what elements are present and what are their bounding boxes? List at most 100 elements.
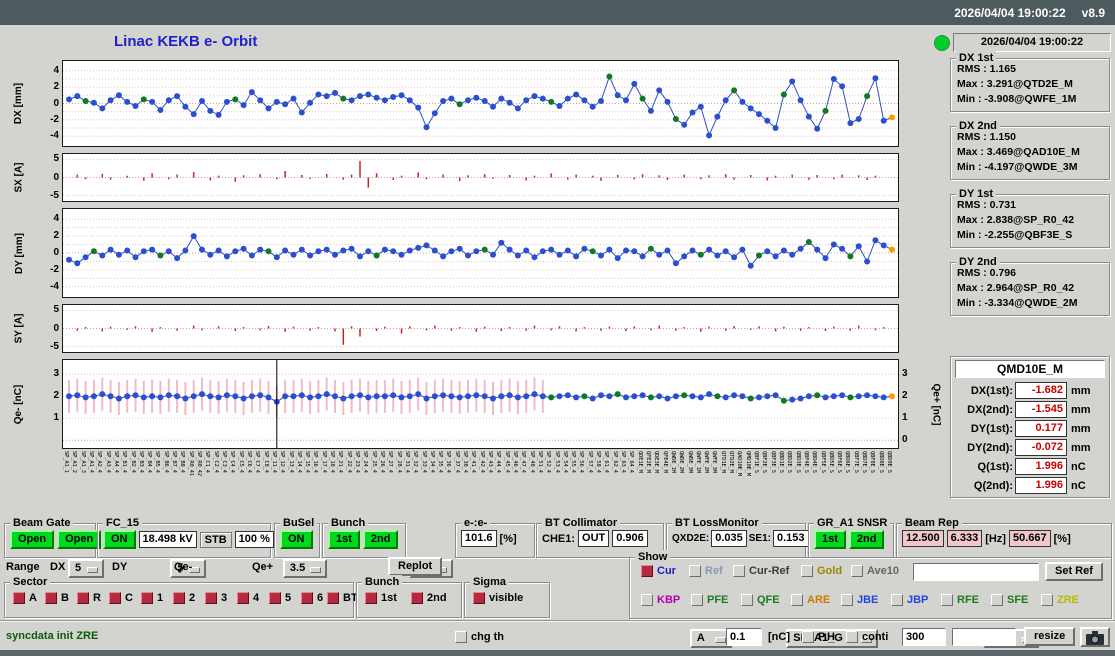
bunch-2nd-checkbox[interactable] <box>411 592 423 604</box>
resize-button[interactable]: resize <box>1024 627 1076 646</box>
show-pfe-checkbox[interactable] <box>691 594 703 606</box>
sector-c-checkbox[interactable] <box>109 592 121 604</box>
plot-qe[interactable]: Qe- [nC] Qe+ [nC] 3 2 1 3 2 1 0 <box>14 359 942 449</box>
monitor-unit: nC <box>1071 460 1086 473</box>
sector-6-checkbox[interactable] <box>301 592 313 604</box>
x-axis-tick-label: QBD9E_S <box>886 451 892 473</box>
plot-dy[interactable]: DY [mm] 4 2 0 -2 -4 <box>14 208 899 298</box>
busel-on-button[interactable]: ON <box>280 530 313 549</box>
show-gold-checkbox[interactable] <box>801 565 813 577</box>
ph-label: P.H <box>818 631 835 643</box>
x-axis-tick-label: SP_B6_4 <box>162 451 169 473</box>
show-ave10-checkbox[interactable] <box>851 565 863 577</box>
beam-gate-open-button-1[interactable]: Open <box>10 530 55 549</box>
x-axis-tick-label: QTD2E_M <box>728 451 735 473</box>
show-cur-ref-checkbox[interactable] <box>733 565 745 577</box>
show-rfe-checkbox[interactable] <box>941 594 953 606</box>
monitor-row: DY(2nd): -0.072 mm <box>953 439 1091 456</box>
show-ref-checkbox[interactable] <box>689 565 701 577</box>
show-sfe-checkbox[interactable] <box>991 594 1003 606</box>
range-label: Range <box>6 561 40 573</box>
bunch-1st-checkbox[interactable] <box>365 592 377 604</box>
sector-r-label: R <box>93 592 101 604</box>
sector-a-checkbox[interactable] <box>13 592 25 604</box>
show-zre-label: ZRE <box>1057 594 1079 606</box>
plot-sy[interactable]: SY [A] 5 0 -5 <box>14 304 899 353</box>
x-axis-tick-label: SP_48_4 <box>528 451 535 473</box>
replot-button[interactable]: Replot <box>388 557 443 576</box>
stat-group-dy-2nd: DY 2nd RMS : 0.796 Max : 2.964@SP_R0_42 … <box>950 255 1110 316</box>
sigma-visible-checkbox[interactable] <box>473 592 485 604</box>
x-axis-tick-label: QBD1E_S <box>777 451 784 473</box>
x-axis-tick-label: SP_18_4 <box>329 451 335 473</box>
monitor-row: DX(2nd): -1.545 mm <box>953 401 1091 418</box>
sector-r-checkbox[interactable] <box>77 592 89 604</box>
sector-b-checkbox[interactable] <box>45 592 57 604</box>
show-kbp-checkbox[interactable] <box>641 594 653 606</box>
range-dx-select[interactable]: 5 <box>68 559 104 578</box>
qxd2e-label: QXD2E: <box>672 533 710 544</box>
range-qem-label: Qe- <box>174 561 193 573</box>
monitor-label: Q(2nd): <box>973 479 1013 492</box>
show-qfe-checkbox[interactable] <box>741 594 753 606</box>
points-input[interactable] <box>902 628 946 646</box>
plot-sx[interactable]: SX [A] 5 0 -5 <box>14 153 899 202</box>
sector-4-checkbox[interactable] <box>237 592 249 604</box>
spare-input[interactable] <box>952 628 1016 646</box>
monitor-unit: mm <box>1071 384 1091 397</box>
beam-gate-open-button-2[interactable]: Open <box>57 530 102 549</box>
show-are-checkbox[interactable] <box>791 594 803 606</box>
titlebar-datetime: 2026/04/04 19:00:22 <box>954 5 1066 20</box>
gr-a1-2nd-button[interactable]: 2nd <box>848 530 885 549</box>
show-jbe-checkbox[interactable] <box>841 594 853 606</box>
plot-dx[interactable]: DX [mm] 4 2 0 -2 -4 <box>14 60 899 147</box>
x-axis-tick-label: SP_28_4 <box>395 451 402 473</box>
x-axis-tick-label: SP_41_4 <box>470 451 477 473</box>
sector-item-bt: BT <box>327 592 358 604</box>
sigma-visible-label: visible <box>489 592 524 604</box>
set-ref-button[interactable]: Set Ref <box>1045 562 1103 581</box>
gr-a1-1st-button[interactable]: 1st <box>814 530 846 549</box>
bunch-2nd-button[interactable]: 2nd <box>362 530 399 549</box>
monitor-value: 0.177 <box>1015 420 1067 437</box>
show-jbp-checkbox[interactable] <box>891 594 903 606</box>
monitor-unit: nC <box>1071 479 1086 492</box>
sector-bt-checkbox[interactable] <box>327 592 339 604</box>
x-axis-tick-label: QBF3E_S <box>769 451 776 473</box>
ph-checkbox[interactable] <box>802 631 814 643</box>
ee-ratio-group: e-:e- 101.6 [%] <box>455 516 535 558</box>
sector-2-checkbox[interactable] <box>173 592 185 604</box>
show-jbp-label: JBP <box>907 594 929 606</box>
snapshot-button[interactable] <box>1080 627 1110 647</box>
show-cur-checkbox[interactable] <box>641 565 653 577</box>
monitor-value: 1.996 <box>1015 477 1067 494</box>
sector-5-checkbox[interactable] <box>269 592 281 604</box>
threshold-input[interactable] <box>726 628 762 646</box>
sector-4-label: 4 <box>253 592 260 604</box>
group-title: Sigma <box>470 575 510 589</box>
sector-3-checkbox[interactable] <box>205 592 217 604</box>
conti-checkbox[interactable] <box>846 631 858 643</box>
stat-group-dx-2nd: DX 2nd RMS : 1.150 Max : 3.469@QAD10E_M … <box>950 119 1110 180</box>
y-tick-label: -5 <box>50 340 59 352</box>
show-zre-checkbox[interactable] <box>1041 594 1053 606</box>
bunch-select-group: Bunch 1st 2nd <box>356 575 462 618</box>
sector-1-checkbox[interactable] <box>141 592 153 604</box>
x-axis-tick-label: QDE1E_M <box>636 451 643 473</box>
sector-6-label: 6 <box>317 592 324 604</box>
show-item-ref: Ref <box>689 565 723 577</box>
y-tick-label: -5 <box>50 189 59 201</box>
x-axis-tick-label: SP_64_4 <box>628 451 635 473</box>
chg-th-checkbox[interactable] <box>455 631 467 643</box>
range-qem-select[interactable]: 3.5 <box>282 559 327 578</box>
ref-name-input[interactable] <box>913 563 1039 581</box>
bunch-1st-label: 1st <box>381 592 397 604</box>
fc15-on-button[interactable]: ON <box>103 530 136 549</box>
group-title: Bunch <box>362 575 403 589</box>
show-are-label: ARE <box>807 594 831 606</box>
app-window: 2026/04/04 19:00:22 v8.9 Linac KEKB e- O… <box>0 0 1115 656</box>
bunch-1st-button[interactable]: 1st <box>328 530 360 549</box>
x-axis-tick-label: SP_17_4 <box>320 451 327 473</box>
y-tick-label: 4 <box>53 213 59 225</box>
x-axis-tick-label: SP_45_4 <box>503 451 510 473</box>
